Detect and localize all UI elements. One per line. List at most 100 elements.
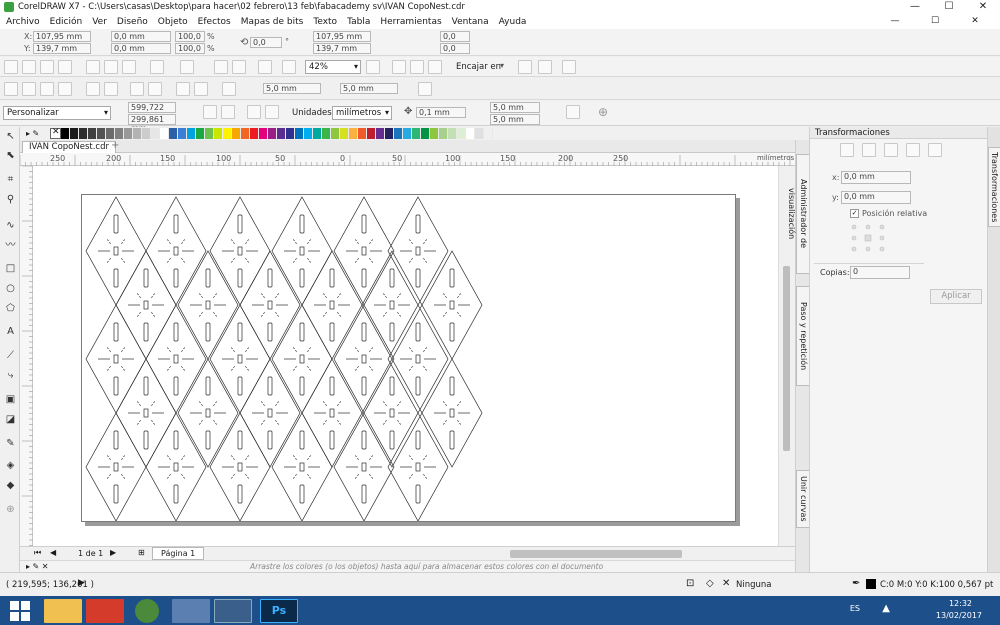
interactive-fill-icon[interactable]: ◈ bbox=[4, 459, 17, 472]
nudge-x-field[interactable]: 5,0 mm bbox=[263, 83, 321, 94]
x2-field[interactable]: 107,95 mm bbox=[313, 31, 371, 42]
horizontal-scroll-thumb[interactable] bbox=[510, 550, 682, 558]
weld-icon[interactable] bbox=[86, 82, 100, 96]
maximize-button[interactable]: ☐ bbox=[932, 0, 966, 14]
color-swatch[interactable] bbox=[439, 128, 448, 139]
page-height-field[interactable]: 299,861 mm bbox=[128, 114, 176, 133]
add-tool-icon[interactable]: ⊕ bbox=[4, 503, 17, 516]
color-swatch[interactable] bbox=[142, 128, 151, 139]
menu-herramientas[interactable]: Herramientas bbox=[380, 17, 441, 27]
nudge-distance-field[interactable]: 0,1 mm bbox=[416, 107, 466, 118]
shape-tool-icon[interactable]: ⬉ bbox=[4, 149, 17, 162]
ungroup-icon[interactable] bbox=[40, 82, 54, 96]
color-swatch[interactable] bbox=[250, 128, 259, 139]
snap-dropdown-icon[interactable]: ▾ bbox=[500, 61, 504, 70]
parallel-dimension-icon[interactable]: ⟋ bbox=[4, 349, 17, 362]
launch-icon[interactable] bbox=[538, 60, 552, 74]
ellipse-tool-icon[interactable]: ○ bbox=[4, 282, 17, 295]
relative-position-checkbox[interactable]: ✓ bbox=[850, 209, 859, 218]
front-minus-back-icon[interactable] bbox=[176, 82, 190, 96]
color-swatch[interactable] bbox=[277, 128, 286, 139]
color-swatch[interactable] bbox=[331, 128, 340, 139]
workspace-icon[interactable] bbox=[562, 60, 576, 74]
duplicate-y-field[interactable]: 5,0 mm bbox=[490, 114, 540, 125]
pick-tool-icon[interactable]: ↖ bbox=[4, 130, 17, 143]
horizontal-ruler[interactable]: 250 200 150 100 50 0 50 100 150 200 250 … bbox=[20, 153, 795, 166]
color-swatch[interactable] bbox=[430, 128, 439, 139]
menu-ventana[interactable]: Ventana bbox=[452, 17, 489, 27]
color-swatch[interactable] bbox=[196, 128, 205, 139]
align-icon[interactable] bbox=[4, 82, 18, 96]
transparency-icon[interactable]: ◪ bbox=[4, 413, 17, 426]
color-swatch[interactable] bbox=[133, 128, 142, 139]
landscape-icon[interactable] bbox=[221, 105, 235, 119]
doc-restore-button[interactable]: ☐ bbox=[920, 14, 950, 29]
menu-diseno[interactable]: Diseño bbox=[117, 17, 148, 27]
group-icon[interactable] bbox=[22, 82, 36, 96]
connector-tool-icon[interactable]: ⤷ bbox=[4, 369, 17, 382]
color-swatch[interactable] bbox=[106, 128, 115, 139]
nudge-y-field[interactable]: 5,0 mm bbox=[340, 83, 398, 94]
color-swatch[interactable] bbox=[358, 128, 367, 139]
intersect-icon[interactable] bbox=[130, 82, 144, 96]
color-swatch[interactable] bbox=[241, 128, 250, 139]
color-swatch[interactable] bbox=[124, 128, 133, 139]
color-swatch[interactable] bbox=[448, 128, 457, 139]
current-page-icon[interactable] bbox=[265, 105, 279, 119]
document-task-icon[interactable] bbox=[214, 599, 252, 623]
color-swatch[interactable] bbox=[97, 128, 106, 139]
open-icon[interactable] bbox=[22, 60, 36, 74]
step-repeat-tab[interactable]: Paso y repetición bbox=[796, 286, 810, 386]
export-icon[interactable] bbox=[232, 60, 246, 74]
redo-icon[interactable] bbox=[180, 60, 194, 74]
palette-menu-icon[interactable]: ▸ ✎ ✕ bbox=[26, 562, 49, 571]
back-minus-front-icon[interactable] bbox=[194, 82, 208, 96]
join-curves-tab[interactable]: Unir curvas bbox=[796, 470, 810, 528]
document-palette[interactable]: ▸ ✎ ✕ Arrastre los colores (o los objeto… bbox=[20, 560, 795, 572]
snap-to-label[interactable]: Encajar en bbox=[456, 62, 501, 72]
color-swatch[interactable] bbox=[412, 128, 421, 139]
fill-status-icon[interactable]: ⊡ bbox=[686, 578, 694, 589]
color-swatch[interactable] bbox=[88, 128, 97, 139]
color-swatch[interactable] bbox=[259, 128, 268, 139]
height-field[interactable]: 0,0 mm bbox=[111, 43, 171, 54]
rectangle-tool-icon[interactable]: □ bbox=[4, 262, 17, 275]
color-swatch[interactable] bbox=[178, 128, 187, 139]
prev-page-icon[interactable]: ◀ bbox=[50, 548, 56, 557]
color-swatch[interactable] bbox=[385, 128, 394, 139]
color-swatch[interactable] bbox=[466, 128, 475, 139]
chrome-icon[interactable] bbox=[135, 599, 159, 623]
units-select[interactable]: milímetros bbox=[332, 106, 392, 120]
show-grid-icon[interactable] bbox=[428, 60, 442, 74]
zoom-fit-icon[interactable] bbox=[366, 60, 380, 74]
color-swatch[interactable] bbox=[304, 128, 313, 139]
color-swatch[interactable] bbox=[268, 128, 277, 139]
color-swatch[interactable] bbox=[187, 128, 196, 139]
polygon-tool-icon[interactable]: ⬠ bbox=[4, 302, 17, 315]
scale-y-field[interactable]: 100,0 bbox=[175, 43, 205, 54]
color-swatch[interactable] bbox=[295, 128, 304, 139]
color-swatch[interactable] bbox=[61, 128, 70, 139]
paste-icon[interactable] bbox=[122, 60, 136, 74]
size-icon[interactable] bbox=[906, 143, 920, 157]
scale-x-field[interactable]: 100,0 bbox=[175, 31, 205, 42]
crop-tool-icon[interactable]: ⌗ bbox=[4, 173, 17, 186]
color-swatch[interactable] bbox=[457, 128, 466, 139]
color-swatch[interactable] bbox=[232, 128, 241, 139]
file-explorer-icon[interactable] bbox=[44, 599, 82, 623]
color-swatch[interactable] bbox=[160, 128, 169, 139]
vertical-ruler[interactable] bbox=[20, 166, 33, 546]
anchor-grid[interactable] bbox=[850, 223, 886, 253]
color-swatch[interactable] bbox=[205, 128, 214, 139]
freehand-tool-icon[interactable]: ∿ bbox=[4, 219, 17, 232]
color-swatch[interactable] bbox=[214, 128, 223, 139]
network-icon[interactable]: ▲ bbox=[882, 603, 890, 614]
eyedropper-icon[interactable]: ✎ bbox=[4, 437, 17, 450]
color-swatch[interactable] bbox=[376, 128, 385, 139]
portrait-icon[interactable] bbox=[203, 105, 217, 119]
photoshop-icon[interactable]: Ps bbox=[260, 599, 298, 623]
menu-texto[interactable]: Texto bbox=[313, 17, 337, 27]
trim-icon[interactable] bbox=[104, 82, 118, 96]
snowflake-nest-pattern[interactable] bbox=[82, 195, 736, 522]
media-player-icon[interactable] bbox=[86, 599, 124, 623]
